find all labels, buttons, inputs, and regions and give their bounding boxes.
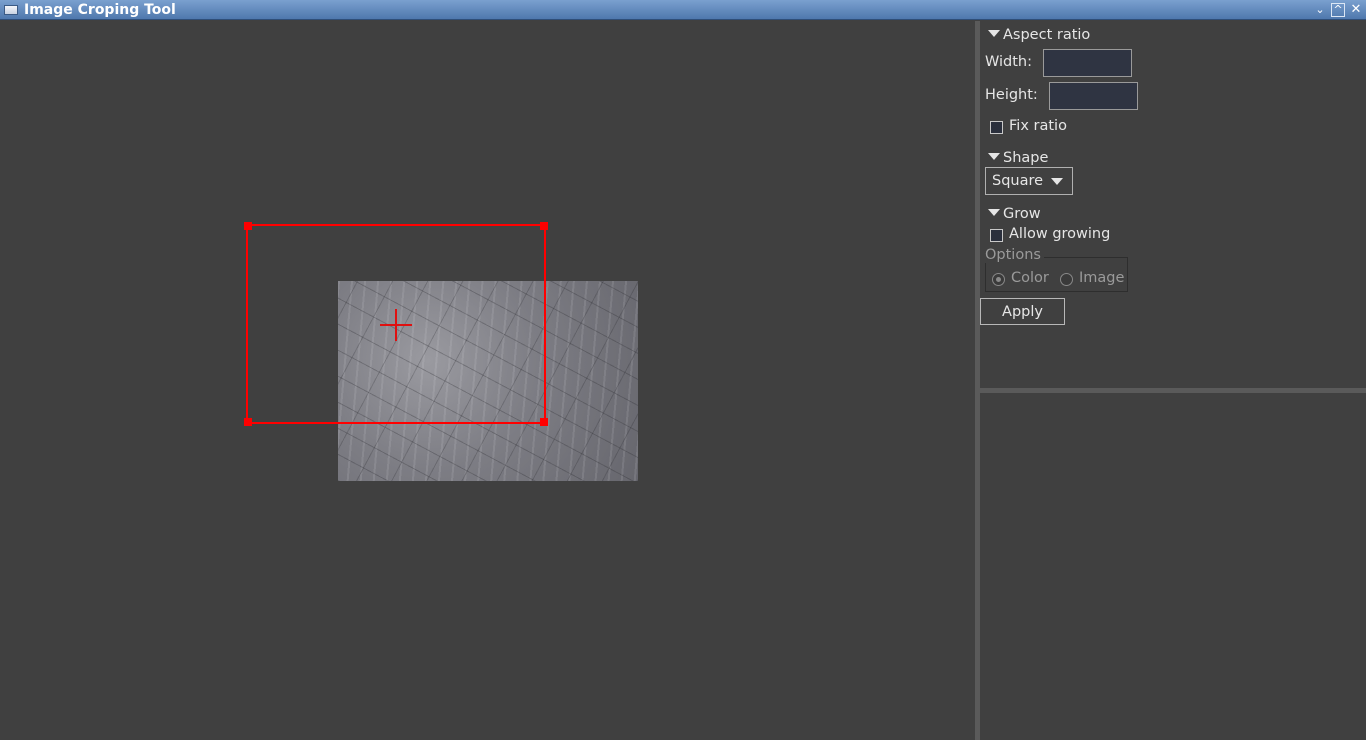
color-radio-label: Color (1011, 270, 1049, 286)
minimize-icon[interactable]: ⌄ (1313, 3, 1327, 17)
crosshair-icon (380, 309, 412, 341)
crop-handle-bottom-right[interactable] (540, 418, 548, 426)
app-window-icon (4, 5, 18, 15)
shape-select[interactable]: Square (985, 167, 1073, 195)
maximize-icon[interactable]: ^ (1331, 3, 1345, 17)
allow-growing-label: Allow growing (1009, 226, 1111, 242)
shape-section-header[interactable]: Shape (988, 149, 1048, 167)
options-label: Options (985, 247, 1044, 263)
apply-button[interactable]: Apply (980, 298, 1065, 325)
aspect-ratio-section-header[interactable]: Aspect ratio (988, 26, 1090, 44)
settings-panel: Aspect ratio Width: Height: Fix ratio Sh… (980, 21, 1366, 388)
grow-section-header[interactable]: Grow (988, 205, 1041, 223)
image-radio[interactable] (1060, 273, 1073, 286)
chevron-down-icon (1051, 178, 1063, 185)
fix-ratio-checkbox[interactable] (990, 121, 1003, 134)
width-field[interactable] (1043, 49, 1132, 77)
color-radio[interactable] (992, 273, 1005, 286)
window-titlebar[interactable]: Image Croping Tool ⌄ ^ ✕ (0, 0, 1366, 20)
grow-heading: Grow (1003, 206, 1041, 222)
shape-select-value: Square (992, 173, 1044, 189)
crop-handle-top-left[interactable] (244, 222, 252, 230)
crop-handle-top-right[interactable] (540, 222, 548, 230)
collapse-triangle-icon (988, 30, 1000, 37)
collapse-triangle-icon (988, 209, 1000, 216)
crop-canvas[interactable] (0, 21, 974, 740)
window-title: Image Croping Tool (24, 2, 176, 18)
fix-ratio-label: Fix ratio (1009, 118, 1067, 134)
shape-heading: Shape (1003, 150, 1049, 166)
close-icon[interactable]: ✕ (1349, 3, 1363, 17)
width-label: Width: (985, 54, 1033, 70)
collapse-triangle-icon (988, 153, 1000, 160)
allow-growing-checkbox[interactable] (990, 229, 1003, 242)
aspect-ratio-heading: Aspect ratio (1003, 27, 1091, 43)
height-label: Height: (985, 87, 1038, 103)
preview-area (980, 393, 1366, 740)
image-radio-label: Image (1079, 270, 1125, 286)
height-field[interactable] (1049, 82, 1138, 110)
crop-handle-bottom-left[interactable] (244, 418, 252, 426)
